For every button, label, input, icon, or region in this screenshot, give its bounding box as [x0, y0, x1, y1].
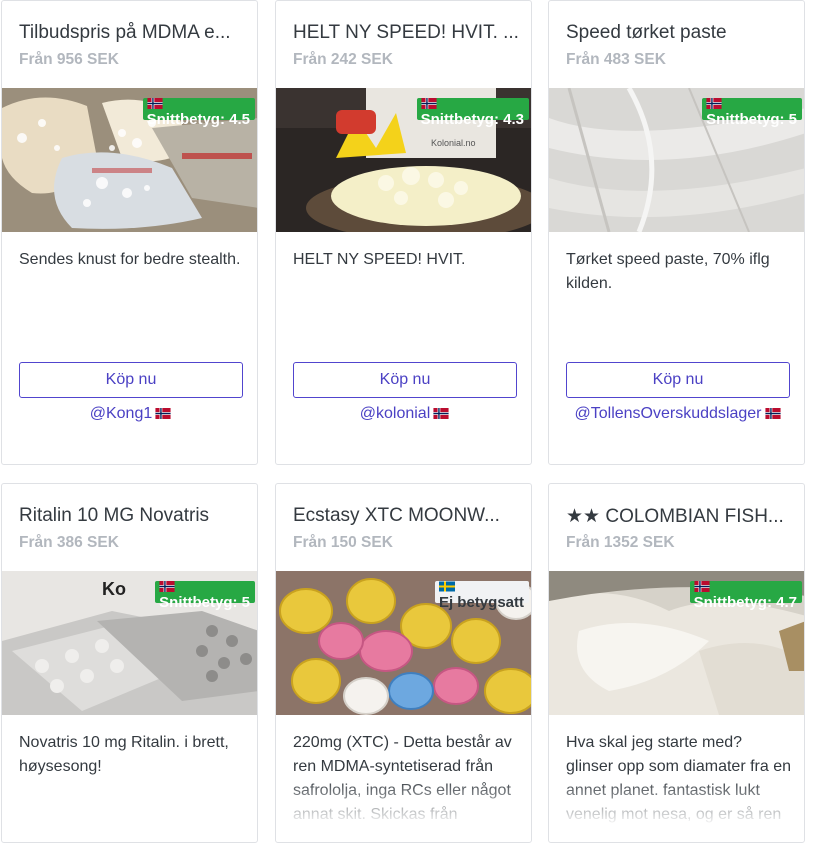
listing-price: Från 956 SEK: [19, 51, 119, 68]
listing-card[interactable]: Speed tørket paste Från 483 SEK Snittbet…: [548, 0, 805, 465]
listing-title[interactable]: Tilbudspris på MDMA e...: [19, 22, 247, 44]
norway-flag-icon: [147, 98, 163, 109]
listing-title[interactable]: HELT NY SPEED! HVIT. ...: [293, 22, 521, 44]
listing-description: HELT NY SPEED! HVIT.: [293, 251, 466, 268]
listing-title[interactable]: ★★ COLOMBIAN FISH...: [566, 505, 794, 528]
rating-badge: Snittbetyg: 4.3: [416, 98, 529, 128]
listing-card[interactable]: HELT NY SPEED! HVIT. ... Från 242 SEK Ko…: [275, 0, 532, 465]
listing-description: Novatris 10 mg Ritalin. i brett, høyseso…: [19, 734, 229, 775]
rating-text: Snittbetyg: 4.5: [146, 111, 250, 128]
listing-price: Från 1352 SEK: [566, 534, 675, 551]
listing-card[interactable]: Tilbudspris på MDMA e... Från 956 SEK Sn…: [1, 0, 258, 465]
rating-badge: Snittbetyg: 4.7: [689, 581, 802, 611]
buy-button[interactable]: Köp nu: [293, 362, 517, 398]
norway-flag-icon: [155, 408, 171, 419]
norway-flag-icon: [706, 98, 722, 109]
listing-card[interactable]: Ecstasy XTC MOONW... Från 150 SEK Ej bet…: [275, 483, 532, 843]
listing-title[interactable]: Ritalin 10 MG Novatris: [19, 505, 247, 527]
rating-badge: Snittbetyg: 5: [155, 581, 255, 611]
seller-link[interactable]: @kolonial: [276, 405, 532, 423]
listing-card[interactable]: Ritalin 10 MG Novatris Från 386 SEK Ko S…: [1, 483, 258, 843]
listing-image[interactable]: Ko Snittbetyg: 5: [2, 571, 257, 715]
listing-price: Från 483 SEK: [566, 51, 666, 68]
rating-badge: Snittbetyg: 4.5: [142, 98, 255, 128]
listing-image[interactable]: Snittbetyg: 5: [549, 88, 804, 232]
listing-title[interactable]: Speed tørket paste: [566, 22, 794, 44]
seller-link[interactable]: @TollensOverskuddslager: [549, 405, 805, 423]
listing-image[interactable]: Snittbetyg: 4.7: [549, 571, 804, 715]
listing-grid: Tilbudspris på MDMA e... Från 956 SEK Sn…: [0, 0, 817, 843]
norway-flag-icon: [159, 581, 175, 592]
rating-text: Ej betygsatt: [438, 594, 524, 611]
kolonial-watermark: Kolonial.no: [431, 138, 476, 148]
seller-link[interactable]: @Kong1: [2, 405, 258, 423]
norway-flag-icon: [421, 98, 437, 109]
seller-name[interactable]: @kolonial: [360, 405, 431, 422]
seller-name[interactable]: @TollensOverskuddslager: [575, 405, 762, 422]
rating-text: Snittbetyg: 4.7: [693, 594, 797, 611]
listing-price: Från 150 SEK: [293, 534, 393, 551]
buy-button[interactable]: Köp nu: [566, 362, 790, 398]
listing-title[interactable]: Ecstasy XTC MOONW...: [293, 505, 521, 527]
rating-text: Snittbetyg: 4.3: [420, 111, 524, 128]
seller-name[interactable]: @Kong1: [90, 405, 153, 422]
listing-price: Från 386 SEK: [19, 534, 119, 551]
buy-button[interactable]: Köp nu: [19, 362, 243, 398]
description-fade: [549, 778, 804, 826]
box-text: Ko: [102, 579, 126, 599]
rating-text: Snittbetyg: 5: [159, 594, 250, 611]
rating-text: Snittbetyg: 5: [706, 111, 797, 128]
listing-description: Sendes knust for bedre stealth.: [19, 251, 241, 268]
listing-description: Tørket speed paste, 70% iflg kilden.: [566, 251, 770, 292]
rating-badge: Ej betygsatt: [434, 581, 529, 611]
listing-image[interactable]: Ej betygsatt: [276, 571, 531, 715]
norway-flag-icon: [433, 408, 449, 419]
sweden-flag-icon: [439, 581, 455, 592]
norway-flag-icon: [694, 581, 710, 592]
listing-image[interactable]: Snittbetyg: 4.5: [2, 88, 257, 232]
listing-card[interactable]: ★★ COLOMBIAN FISH... Från 1352 SEK Snitt…: [548, 483, 805, 843]
listing-price: Från 242 SEK: [293, 51, 393, 68]
rating-badge: Snittbetyg: 5: [702, 98, 802, 128]
listing-image[interactable]: Kolonial.no Snittbetyg: 4.3: [276, 88, 531, 232]
norway-flag-icon: [765, 408, 781, 419]
description-fade: [276, 778, 531, 826]
